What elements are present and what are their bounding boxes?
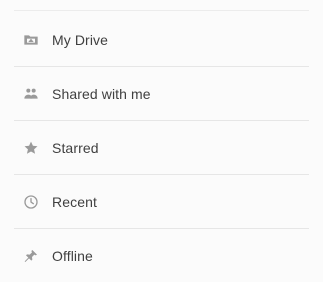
nav-item-starred[interactable]: Starred	[0, 121, 323, 175]
people-icon	[22, 85, 40, 103]
nav-item-label: Shared with me	[52, 86, 151, 102]
top-divider	[14, 10, 309, 11]
nav-item-offline[interactable]: Offline	[0, 229, 323, 282]
nav-item-label: Starred	[52, 140, 99, 156]
nav-item-label: Recent	[52, 194, 97, 210]
drive-navigation-drawer: My Drive Shared with me Starred Recent O…	[0, 0, 323, 282]
nav-item-label: Offline	[52, 248, 93, 264]
clock-icon	[22, 193, 40, 211]
nav-item-my-drive[interactable]: My Drive	[0, 13, 323, 67]
folder-icon	[22, 31, 40, 49]
star-icon	[22, 139, 40, 157]
nav-item-shared-with-me[interactable]: Shared with me	[0, 67, 323, 121]
nav-item-label: My Drive	[52, 32, 109, 48]
pin-icon	[22, 247, 40, 265]
nav-item-recent[interactable]: Recent	[0, 175, 323, 229]
